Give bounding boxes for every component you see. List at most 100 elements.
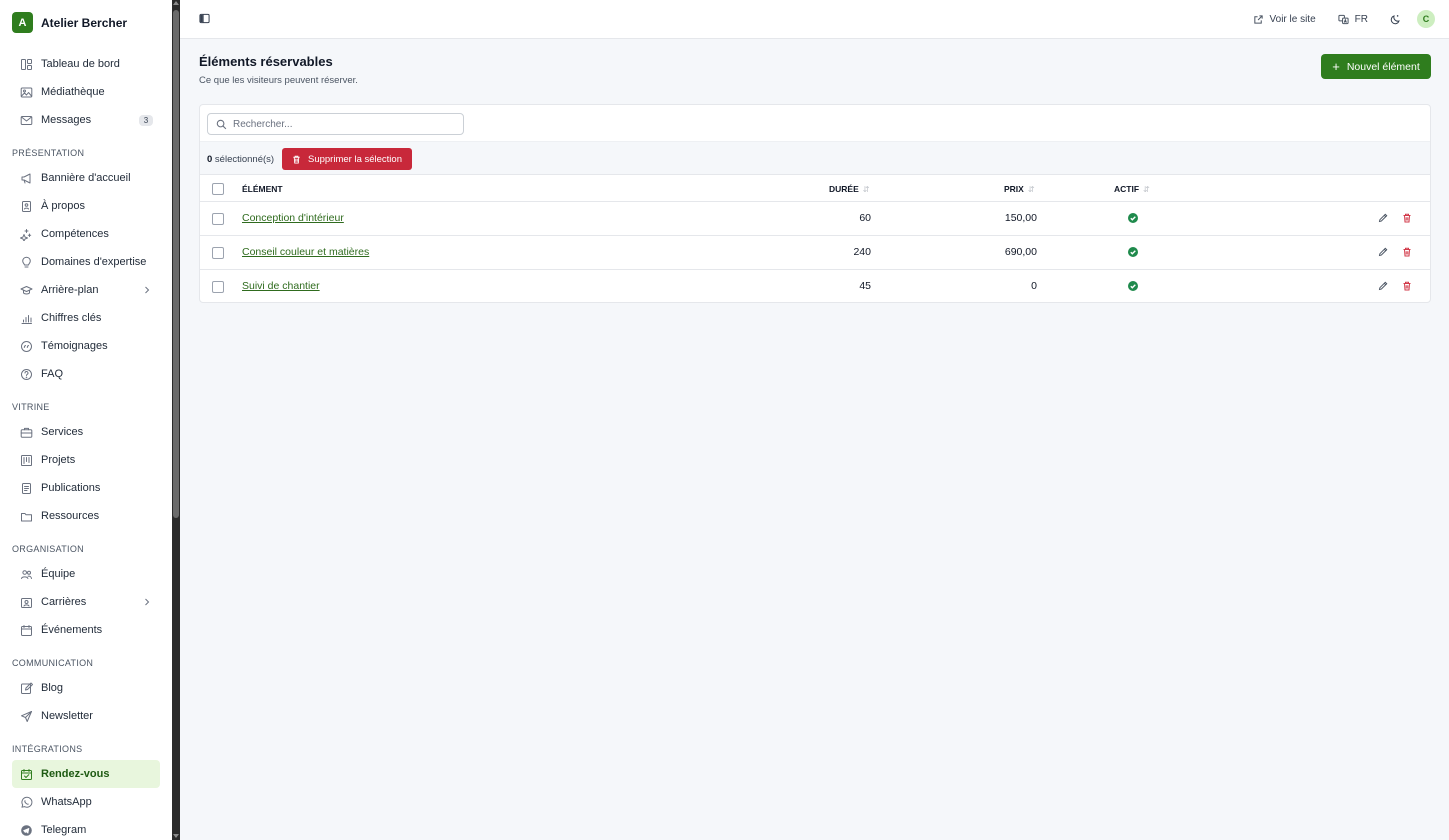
duration-cell: 45 — [859, 280, 871, 292]
sidebar-item-evenements[interactable]: Événements — [12, 616, 160, 644]
chevron-right-icon[interactable] — [142, 597, 152, 607]
pen-square-icon — [20, 682, 33, 695]
active-check-icon — [1128, 247, 1138, 257]
sidebar-item-label: Compétences — [41, 228, 109, 240]
sidebar-item-messages[interactable]: Messages 3 — [12, 106, 160, 134]
column-header-active[interactable]: ACTIF ⇵ — [1114, 184, 1150, 194]
sidebar-section-title: ORGANISATION — [12, 544, 84, 554]
column-header-element: ÉLÉMENT — [242, 184, 283, 194]
sidebar-item-temoignages[interactable]: Témoignages — [12, 332, 160, 360]
sidebar-item-competences[interactable]: Compétences — [12, 220, 160, 248]
items-table-card: 0 sélectionné(s) Supprimer la sélection … — [199, 104, 1431, 303]
bulk-actions-bar: 0 sélectionné(s) Supprimer la sélection — [200, 141, 1430, 174]
chevron-right-icon[interactable] — [142, 285, 152, 295]
page-title: Éléments réservables — [199, 54, 333, 69]
sidebar-section-title: COMMUNICATION — [12, 658, 94, 668]
sidebar-item-services[interactable]: Services — [12, 418, 160, 446]
sidebar-nav: Tableau de bord Médiathèque Messages 3 PRÉSE… — [0, 45, 172, 840]
row-checkbox[interactable] — [212, 281, 224, 293]
sidebar-item-telegram[interactable]: Telegram — [12, 816, 160, 840]
sidebar-item-blog[interactable]: Blog — [12, 674, 160, 702]
sidebar-item-label: FAQ — [41, 368, 64, 380]
user-avatar[interactable]: C — [1417, 10, 1435, 28]
sidebar-toggle-icon[interactable] — [199, 13, 210, 24]
view-site-label: Voir le site — [1269, 13, 1316, 25]
translate-icon — [1338, 14, 1355, 25]
sidebar-scrollbar[interactable] — [172, 0, 180, 840]
table-header: ÉLÉMENT DURÉE ⇵ PRIX ⇵ ACTIF ⇵ — [200, 174, 1430, 202]
sidebar-item-chiffres-cles[interactable]: Chiffres clés — [12, 304, 160, 332]
quote-icon — [20, 340, 33, 353]
sidebar-section-title: PRÉSENTATION — [12, 148, 85, 158]
trash-icon[interactable] — [1402, 281, 1412, 291]
price-cell: 150,00 — [1004, 212, 1037, 224]
element-name-link[interactable]: Suivi de chantier — [242, 280, 320, 292]
sidebar-item-a-propos[interactable]: À propos — [12, 192, 160, 220]
scroll-up-arrow[interactable] — [173, 1, 179, 5]
sidebar-item-whatsapp[interactable]: WhatsApp — [12, 788, 160, 816]
element-name-link[interactable]: Conseil couleur et matières — [242, 246, 369, 258]
sidebar-item-label: WhatsApp — [41, 796, 92, 808]
sidebar-item-tableau-de-bord[interactable]: Tableau de bord — [12, 50, 160, 78]
sidebar-item-newsletter[interactable]: Newsletter — [12, 702, 160, 730]
scrollbar-thumb[interactable] — [173, 10, 179, 518]
row-checkbox[interactable] — [212, 213, 224, 225]
external-link-icon — [1253, 14, 1270, 25]
calendar-check-icon — [20, 768, 33, 781]
mail-icon — [20, 114, 33, 127]
sidebar-section-title: VITRINE — [12, 402, 50, 412]
topbar: Voir le site FR C — [180, 0, 1449, 39]
view-site-link[interactable]: Voir le site — [1253, 14, 1316, 25]
sidebar-item-rendez-vous[interactable]: Rendez-vous — [12, 760, 160, 788]
sidebar-item-carrieres[interactable]: Carrières — [12, 588, 160, 616]
sidebar-item-domaines-d-expertise[interactable]: Domaines d'expertise — [12, 248, 160, 276]
sidebar: A Atelier Bercher Tableau de bord Médiath… — [0, 0, 172, 840]
scroll-down-arrow[interactable] — [173, 834, 179, 838]
search-input[interactable] — [233, 118, 453, 130]
price-cell: 690,00 — [1004, 246, 1037, 258]
delete-selection-button[interactable]: Supprimer la sélection — [282, 148, 412, 170]
select-all-checkbox[interactable] — [212, 183, 224, 195]
sidebar-item-label: Événements — [41, 624, 103, 636]
edit-icon[interactable] — [1378, 213, 1388, 223]
sidebar-item-projets[interactable]: Projets — [12, 446, 160, 474]
sort-icon: ⇵ — [862, 184, 870, 194]
sidebar-item-banniere-d-accueil[interactable]: Bannière d'accueil — [12, 164, 160, 192]
moon-icon[interactable] — [1390, 14, 1401, 25]
sidebar-item-faq[interactable]: FAQ — [12, 360, 160, 388]
search-box[interactable] — [207, 113, 464, 135]
sidebar-item-equipe[interactable]: Équipe — [12, 560, 160, 588]
sidebar-item-label: Chiffres clés — [41, 312, 102, 324]
selected-suffix: sélectionné(s) — [212, 154, 275, 165]
sidebar-item-ressources[interactable]: Ressources — [12, 502, 160, 530]
sidebar-item-label: Médiathèque — [41, 86, 105, 98]
sidebar-item-label: Carrières — [41, 596, 87, 608]
megaphone-icon — [20, 172, 33, 185]
trash-icon[interactable] — [1402, 247, 1412, 257]
sort-icon: ⇵ — [1027, 184, 1035, 194]
brand[interactable]: A Atelier Bercher — [0, 0, 172, 45]
row-checkbox[interactable] — [212, 247, 224, 259]
element-name-link[interactable]: Conception d'intérieur — [242, 212, 344, 224]
calendar-icon — [20, 624, 33, 637]
sidebar-item-label: Telegram — [41, 824, 87, 836]
brand-name: Atelier Bercher — [41, 15, 128, 30]
column-header-duration[interactable]: DURÉE ⇵ — [829, 184, 869, 194]
edit-icon[interactable] — [1378, 281, 1388, 291]
new-element-label: Nouvel élément — [1346, 60, 1420, 73]
new-element-button[interactable]: + Nouvel élément — [1321, 54, 1431, 79]
price-cell: 0 — [1031, 280, 1037, 292]
document-icon — [20, 482, 33, 495]
sidebar-item-arriere-plan[interactable]: Arrière-plan — [12, 276, 160, 304]
language-switcher[interactable]: FR — [1338, 14, 1368, 25]
column-header-price[interactable]: PRIX ⇵ — [1004, 184, 1035, 194]
sidebar-item-mediatheque[interactable]: Médiathèque — [12, 78, 160, 106]
sidebar-item-label: Ressources — [41, 510, 100, 522]
trash-icon[interactable] — [1402, 213, 1412, 223]
sidebar-item-publications[interactable]: Publications — [12, 474, 160, 502]
badge-icon — [20, 596, 33, 609]
unread-count-badge: 3 — [139, 115, 153, 126]
edit-icon[interactable] — [1378, 247, 1388, 257]
